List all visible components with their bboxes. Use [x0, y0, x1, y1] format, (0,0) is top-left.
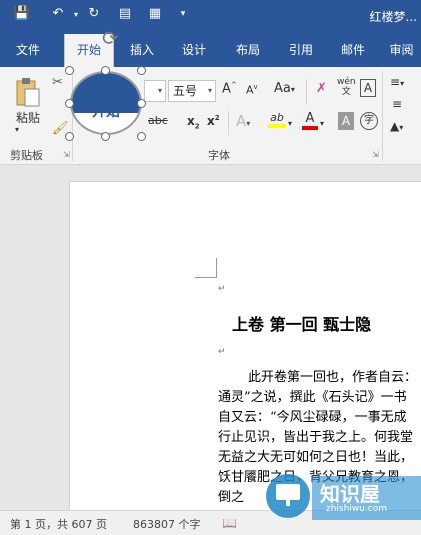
tab-design[interactable]: 设计 [170, 34, 218, 67]
save-icon[interactable]: 💾 [12, 6, 32, 21]
layout-icon[interactable]: ▤ [115, 6, 135, 21]
body-line: 自又云：“今风尘碌碌，一事无成 [218, 410, 407, 425]
grow-font-icon[interactable]: A^ [222, 81, 237, 96]
font-size-dropdown[interactable]: 五号 ▾ [168, 80, 216, 102]
tab-insert[interactable]: 插入 [118, 34, 166, 67]
change-case-icon[interactable]: Aa▾ [274, 81, 295, 96]
body-line: 此开卷第一回也，作者自云： [248, 370, 418, 385]
word-count[interactable]: 863807 个字 [133, 516, 201, 532]
tab-layout[interactable]: 布局 [224, 34, 272, 67]
page-count[interactable]: 第 1 页，共 607 页 [10, 516, 107, 532]
shading-icon[interactable]: ▲▾ [390, 119, 403, 133]
subscript-icon[interactable]: x2 [187, 114, 200, 130]
resize-handle[interactable] [137, 132, 146, 141]
resize-handle[interactable] [137, 99, 146, 108]
resize-handle[interactable] [65, 132, 74, 141]
rotate-handle-icon[interactable]: ⟳ [102, 26, 119, 50]
bullets-icon[interactable]: ≡▾ [390, 75, 404, 89]
ribbon: 粘贴 ▾ ✂ 🖌 剪贴板 ⇲ ▾ 五号 ▾ A^ Av Aa▾ ✗ wén 文 A … [0, 67, 421, 165]
paste-button[interactable]: 粘贴 [10, 109, 46, 126]
align-left-icon[interactable]: ≡ [392, 97, 402, 111]
format-painter-qat-icon[interactable]: ▦ [145, 6, 165, 21]
body-line: 无益之大无可如何之日也！当此， [218, 450, 414, 465]
body-line: 通灵”之说，撰此《石头记》一书 [218, 390, 407, 405]
paste-dropdown-icon[interactable]: ▾ [15, 125, 19, 134]
group-divider [382, 71, 383, 161]
text-effects-icon[interactable]: A▾ [236, 112, 250, 130]
enclose-chars-icon[interactable]: 字 [360, 112, 378, 130]
clipboard-group-label: 剪贴板 [10, 149, 43, 162]
resize-handle[interactable] [137, 66, 146, 75]
undo-dropdown-icon[interactable]: ▾ [66, 10, 86, 19]
document-page[interactable]: ↵ 上卷 第一回 甄士隐 ↵ 此开卷第一回也，作者自云： 通灵”之说，撰此《石头… [69, 181, 421, 510]
watermark-logo: 知识屋 zhishiwu.com [262, 470, 421, 520]
resize-handle[interactable] [101, 132, 110, 141]
divider [228, 111, 229, 135]
clear-format-icon[interactable]: ✗ [316, 81, 327, 96]
watermark-url: zhishiwu.com [326, 504, 387, 514]
redo-icon[interactable]: ↻ [84, 6, 104, 21]
clipboard-launcher-icon[interactable]: ⇲ [63, 150, 70, 159]
chapter-heading: 上卷 第一回 甄士隐 [232, 315, 372, 334]
char-shading-icon[interactable]: A [338, 112, 354, 130]
highlight-dropdown-icon[interactable]: ▾ [288, 119, 292, 128]
body-line: 倒之 [218, 490, 245, 505]
ribbon-tabs: 文件 开始 插入 设计 布局 引用 邮件 审阅 [0, 34, 421, 67]
magnified-tab-label: 开始 [92, 104, 120, 120]
document-title: 红楼梦... [369, 10, 417, 24]
undo-icon[interactable]: ↶ [48, 6, 68, 21]
tab-review[interactable]: 审阅 [382, 34, 421, 67]
paste-icon[interactable] [12, 77, 42, 109]
font-name-dropdown[interactable]: ▾ [144, 80, 166, 102]
resize-handle[interactable] [65, 99, 74, 108]
shrink-font-icon[interactable]: Av [246, 83, 258, 97]
char-border-icon[interactable]: A [360, 79, 376, 97]
divider [306, 79, 307, 105]
strikethrough-icon[interactable]: abc [148, 114, 168, 127]
superscript-icon[interactable]: x2 [207, 114, 220, 128]
tab-mailings[interactable]: 邮件 [329, 34, 377, 67]
font-color-icon[interactable]: A [302, 111, 318, 130]
title-bar: 💾 ↶ ▾ ↻ ▤ ▦ ▾ 红楼梦... [0, 0, 421, 34]
watermark-title: 知识屋 [320, 482, 380, 506]
resize-handle[interactable] [101, 66, 110, 75]
font-size-value: 五号 [173, 84, 198, 98]
body-line: 行止见识，皆出于我之上。何我堂 [218, 430, 414, 445]
phonetic-guide-icon[interactable]: wén 文 [337, 77, 356, 97]
font-color-dropdown-icon[interactable]: ▾ [320, 119, 324, 128]
cut-icon[interactable]: ✂ [52, 75, 63, 90]
highlight-icon[interactable]: ab [268, 111, 286, 128]
font-launcher-icon[interactable]: ⇲ [372, 150, 379, 159]
margin-corner-mark [195, 258, 217, 278]
tab-file[interactable]: 文件 [4, 34, 52, 67]
tab-references[interactable]: 引用 [277, 34, 325, 67]
magnifier-lens: 开始 [70, 71, 142, 135]
proofing-icon[interactable]: 📖 [222, 516, 237, 530]
resize-handle[interactable] [65, 66, 74, 75]
customize-qat-icon[interactable]: ▾ [173, 9, 193, 19]
paragraph-mark: ↵ [218, 284, 226, 294]
paragraph-mark: ↵ [218, 347, 226, 357]
font-group-label: 字体 [208, 149, 230, 162]
